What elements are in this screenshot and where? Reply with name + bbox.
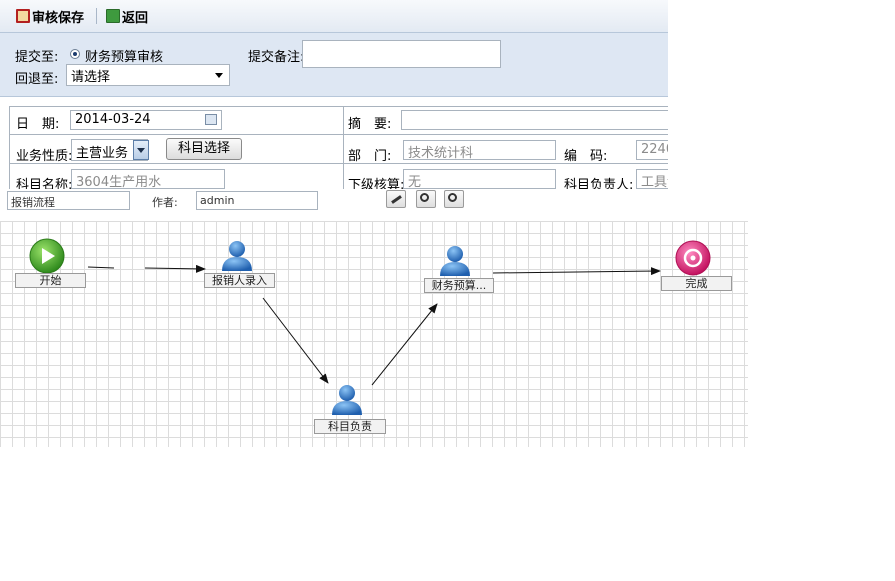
- toolbar-divider: [96, 8, 97, 24]
- department-code-cell: 部 门: 技术统计科 编 码: 2240: [343, 134, 668, 164]
- business-type-cell: 业务性质: 主营业务 科目选择: [9, 134, 345, 164]
- business-type-value: 主营业务: [76, 146, 129, 161]
- flow-name-input[interactable]: 报销流程: [7, 191, 130, 210]
- return-to-label: 回退至:: [15, 72, 59, 87]
- subject-name-cell: 科目名称: 3604生产用水: [9, 163, 345, 192]
- subject-owner-input[interactable]: 工具设: [636, 169, 668, 189]
- pencil-icon: [391, 195, 402, 204]
- node-entry-label[interactable]: 报销人录入: [204, 273, 275, 288]
- node-start-label[interactable]: 开始: [15, 273, 86, 288]
- end-node-icon[interactable]: [675, 240, 711, 276]
- zoom-out-button[interactable]: [444, 190, 464, 208]
- flow-diagram: [29, 238, 711, 415]
- voucher-form: 日 期: 2014-03-24 摘 要: 业务性质: 主营业务 科目选择 部 门…: [0, 97, 668, 192]
- author-input[interactable]: admin: [196, 191, 318, 210]
- user-node-icon-subject[interactable]: [332, 385, 362, 415]
- start-node-icon[interactable]: [29, 238, 65, 274]
- connector-entry-to-subject[interactable]: [262, 297, 329, 384]
- connector-start-to-entry[interactable]: [87, 264, 206, 273]
- department-input[interactable]: 技术统计科: [403, 140, 556, 160]
- calendar-icon[interactable]: [205, 114, 217, 125]
- save-icon: [16, 9, 30, 23]
- author-label: 作者:: [152, 196, 178, 209]
- node-finance-label[interactable]: 财务预算...: [424, 278, 494, 293]
- workflow-designer: 报销流程 作者: admin 开始 报销人录入 科目负责 财务预算... 完成: [0, 189, 748, 447]
- chevron-down-icon: [137, 148, 145, 153]
- connector-finance-to-end[interactable]: [492, 267, 661, 276]
- submit-to-label: 提交至:: [15, 50, 59, 65]
- business-type-label: 业务性质:: [16, 149, 73, 164]
- remark-input[interactable]: [302, 40, 501, 68]
- node-end-label[interactable]: 完成: [661, 276, 732, 291]
- return-to-select[interactable]: 请选择: [66, 64, 230, 86]
- sub-accounting-input[interactable]: 无: [403, 169, 556, 189]
- sub-accounting-cell: 下级核算: 无 科目负责人: 工具设: [343, 163, 668, 192]
- back-label: 返回: [122, 10, 149, 26]
- user-node-icon-entry[interactable]: [222, 241, 252, 271]
- edit-button[interactable]: [386, 190, 406, 208]
- summary-label: 摘 要:: [348, 117, 392, 132]
- date-cell: 日 期: 2014-03-24: [9, 106, 345, 135]
- connector-subject-to-finance[interactable]: [371, 303, 438, 386]
- audit-save-button[interactable]: 审核保存: [16, 7, 85, 26]
- back-button[interactable]: 返回: [106, 7, 149, 26]
- zoom-in-icon: [420, 193, 429, 202]
- chevron-down-icon: [215, 73, 223, 78]
- code-label: 编 码:: [564, 149, 608, 164]
- return-to-select-value: 请选择: [71, 70, 111, 85]
- subject-name-input[interactable]: 3604生产用水: [71, 169, 225, 189]
- date-value: 2014-03-24: [75, 112, 151, 127]
- date-label: 日 期:: [16, 117, 60, 132]
- department-label: 部 门:: [348, 149, 392, 164]
- node-subject-label[interactable]: 科目负责: [314, 419, 386, 434]
- zoom-out-icon: [448, 193, 457, 202]
- business-type-dropdown-button[interactable]: [133, 140, 149, 160]
- date-input[interactable]: 2014-03-24: [70, 110, 222, 130]
- radio-finance-budget-label: 财务预算审核: [85, 50, 164, 65]
- toolbar: 审核保存 返回: [0, 0, 668, 33]
- designer-canvas[interactable]: 开始 报销人录入 科目负责 财务预算... 完成: [0, 221, 748, 447]
- radio-finance-budget[interactable]: [70, 49, 80, 59]
- code-input[interactable]: 2240: [636, 140, 668, 160]
- back-icon: [106, 9, 120, 23]
- audit-save-label: 审核保存: [32, 10, 85, 26]
- subject-select-button[interactable]: 科目选择: [166, 138, 242, 160]
- submit-panel: 提交至: 财务预算审核 回退至: 请选择 提交备注:: [0, 33, 668, 97]
- summary-cell: 摘 要:: [343, 106, 668, 135]
- remark-label: 提交备注:: [248, 50, 305, 65]
- summary-input[interactable]: [401, 110, 668, 130]
- zoom-in-button[interactable]: [416, 190, 436, 208]
- user-node-icon-finance[interactable]: [440, 246, 470, 276]
